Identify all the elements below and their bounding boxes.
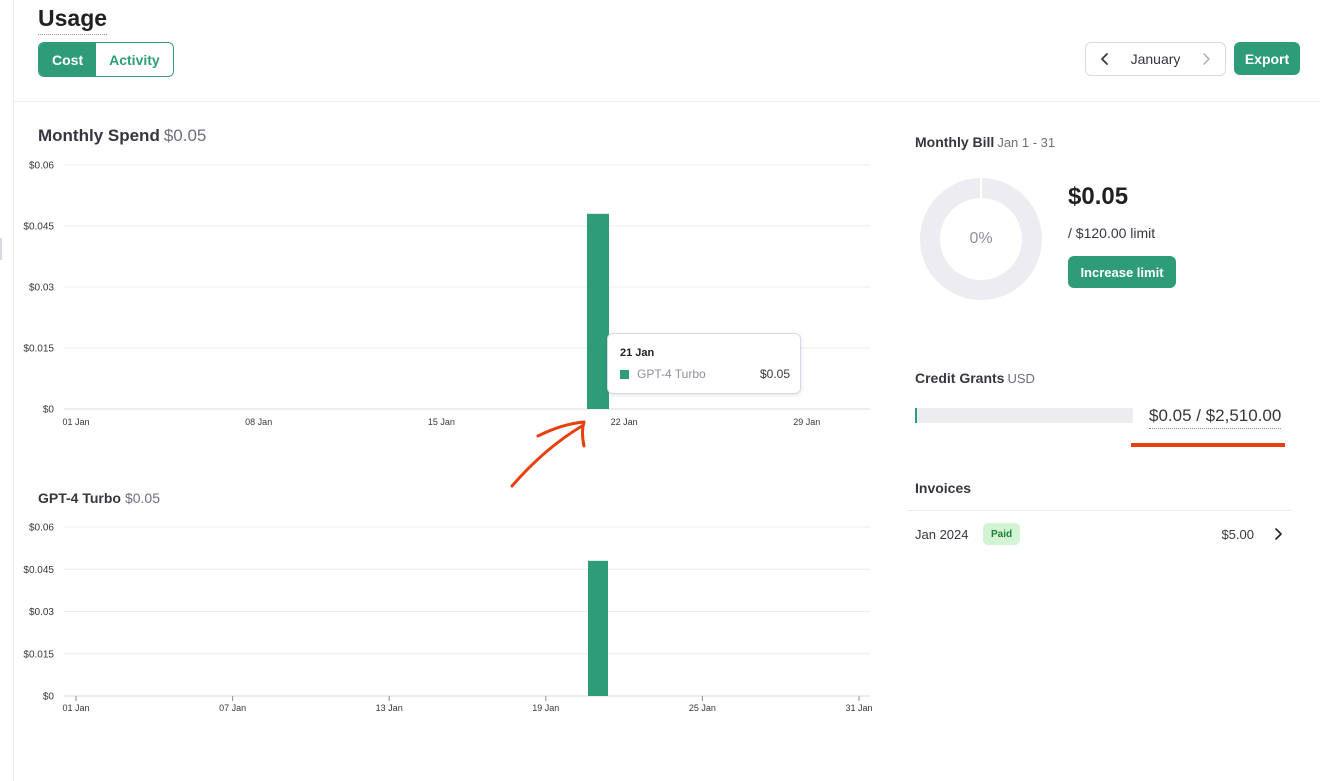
y-tick-label: $0.015 bbox=[23, 344, 54, 355]
credit-grants-title: Credit Grants bbox=[915, 370, 1005, 386]
page-title: Usage bbox=[38, 5, 108, 35]
y-tick-label: $0.045 bbox=[23, 565, 54, 576]
bill-percent-label: 0% bbox=[969, 230, 993, 247]
chevron-left-icon[interactable] bbox=[1096, 50, 1114, 68]
y-tick-label: $0.06 bbox=[29, 161, 54, 172]
credit-grants-amount[interactable]: $0.05 / $2,510.00 bbox=[1149, 406, 1282, 429]
chevron-right-icon[interactable] bbox=[1270, 526, 1286, 542]
x-tick-label: 22 Jan bbox=[611, 417, 638, 427]
y-tick-label: $0.03 bbox=[29, 283, 54, 294]
x-tick-label: 07 Jan bbox=[219, 703, 246, 713]
increase-limit-button[interactable]: Increase limit bbox=[1068, 256, 1176, 288]
y-tick-label: $0.015 bbox=[23, 649, 54, 660]
y-tick-label: $0.06 bbox=[29, 523, 54, 534]
chevron-right-icon[interactable] bbox=[1197, 50, 1215, 68]
y-tick-label: $0 bbox=[43, 405, 55, 416]
export-button[interactable]: Export bbox=[1234, 42, 1300, 75]
credit-grants-currency: USD bbox=[1007, 371, 1035, 386]
invoice-row[interactable]: Jan 2024 Paid $5.00 bbox=[907, 516, 1292, 552]
invoice-amount: $5.00 bbox=[1221, 527, 1254, 542]
model-chart-heading: GPT-4 Turbo $0.05 bbox=[38, 490, 160, 506]
model-chart-amount: $0.05 bbox=[124, 490, 161, 506]
tab-activity[interactable]: Activity bbox=[96, 43, 173, 76]
tooltip-value: $0.05 bbox=[759, 367, 790, 381]
invoices-divider bbox=[907, 510, 1292, 511]
x-tick-label: 01 Jan bbox=[62, 417, 89, 427]
x-tick-label: 01 Jan bbox=[62, 703, 89, 713]
x-tick-label: 15 Jan bbox=[428, 417, 455, 427]
model-chart-title: GPT-4 Turbo bbox=[38, 490, 121, 506]
x-tick-label: 25 Jan bbox=[689, 703, 716, 713]
bar bbox=[587, 213, 609, 409]
credit-grants-progress bbox=[915, 408, 1133, 423]
tab-cost[interactable]: Cost bbox=[39, 43, 97, 76]
month-picker: January bbox=[1085, 42, 1226, 76]
y-tick-label: $0 bbox=[43, 692, 55, 703]
credit-grants-heading: Credit Grants USD bbox=[915, 370, 1035, 386]
monthly-spend-heading: Monthly Spend $0.05 bbox=[38, 126, 206, 146]
header-divider bbox=[14, 101, 1320, 102]
y-tick-label: $0.03 bbox=[29, 607, 54, 618]
monthly-bill-range: Jan 1 - 31 bbox=[997, 135, 1056, 150]
tooltip-series-swatch bbox=[620, 370, 629, 379]
x-tick-label: 29 Jan bbox=[793, 417, 820, 427]
model-usage-chart: $0 $0.015 $0.03 $0.045 $0.06 01 Jan 07 Jan 13 J… bbox=[23, 523, 872, 714]
monthly-spend-amount: $0.05 bbox=[163, 126, 207, 145]
y-tick-label: $0.045 bbox=[23, 222, 54, 233]
x-tick-label: 13 Jan bbox=[376, 703, 403, 713]
tooltip-date: 21 Jan bbox=[620, 347, 655, 359]
x-tick-label: 19 Jan bbox=[532, 703, 559, 713]
monthly-bill-heading: Monthly Bill Jan 1 - 31 bbox=[915, 134, 1055, 150]
monthly-bill-title: Monthly Bill bbox=[915, 134, 995, 150]
chart-tooltip: 21 Jan GPT-4 Turbo $0.05 bbox=[607, 333, 801, 394]
invoices-title: Invoices bbox=[915, 480, 972, 496]
x-tick-label: 08 Jan bbox=[245, 417, 272, 427]
invoice-date: Jan 2024 bbox=[915, 527, 969, 542]
x-tick-label: 31 Jan bbox=[845, 703, 872, 713]
bar bbox=[588, 560, 608, 696]
bill-amount: $0.05 bbox=[1068, 183, 1129, 210]
bill-limit: / $120.00 limit bbox=[1068, 225, 1156, 241]
tooltip-series-name: GPT-4 Turbo bbox=[637, 367, 706, 381]
month-label: January bbox=[1130, 51, 1181, 67]
annotation-arrow-icon bbox=[510, 420, 586, 488]
view-toggle: Cost Activity bbox=[38, 42, 174, 77]
annotation-underline bbox=[1131, 443, 1285, 447]
credit-grants-progress-fill bbox=[915, 408, 917, 423]
monthly-spend-title: Monthly Spend bbox=[38, 126, 160, 145]
invoice-status-badge: Paid bbox=[983, 523, 1021, 545]
